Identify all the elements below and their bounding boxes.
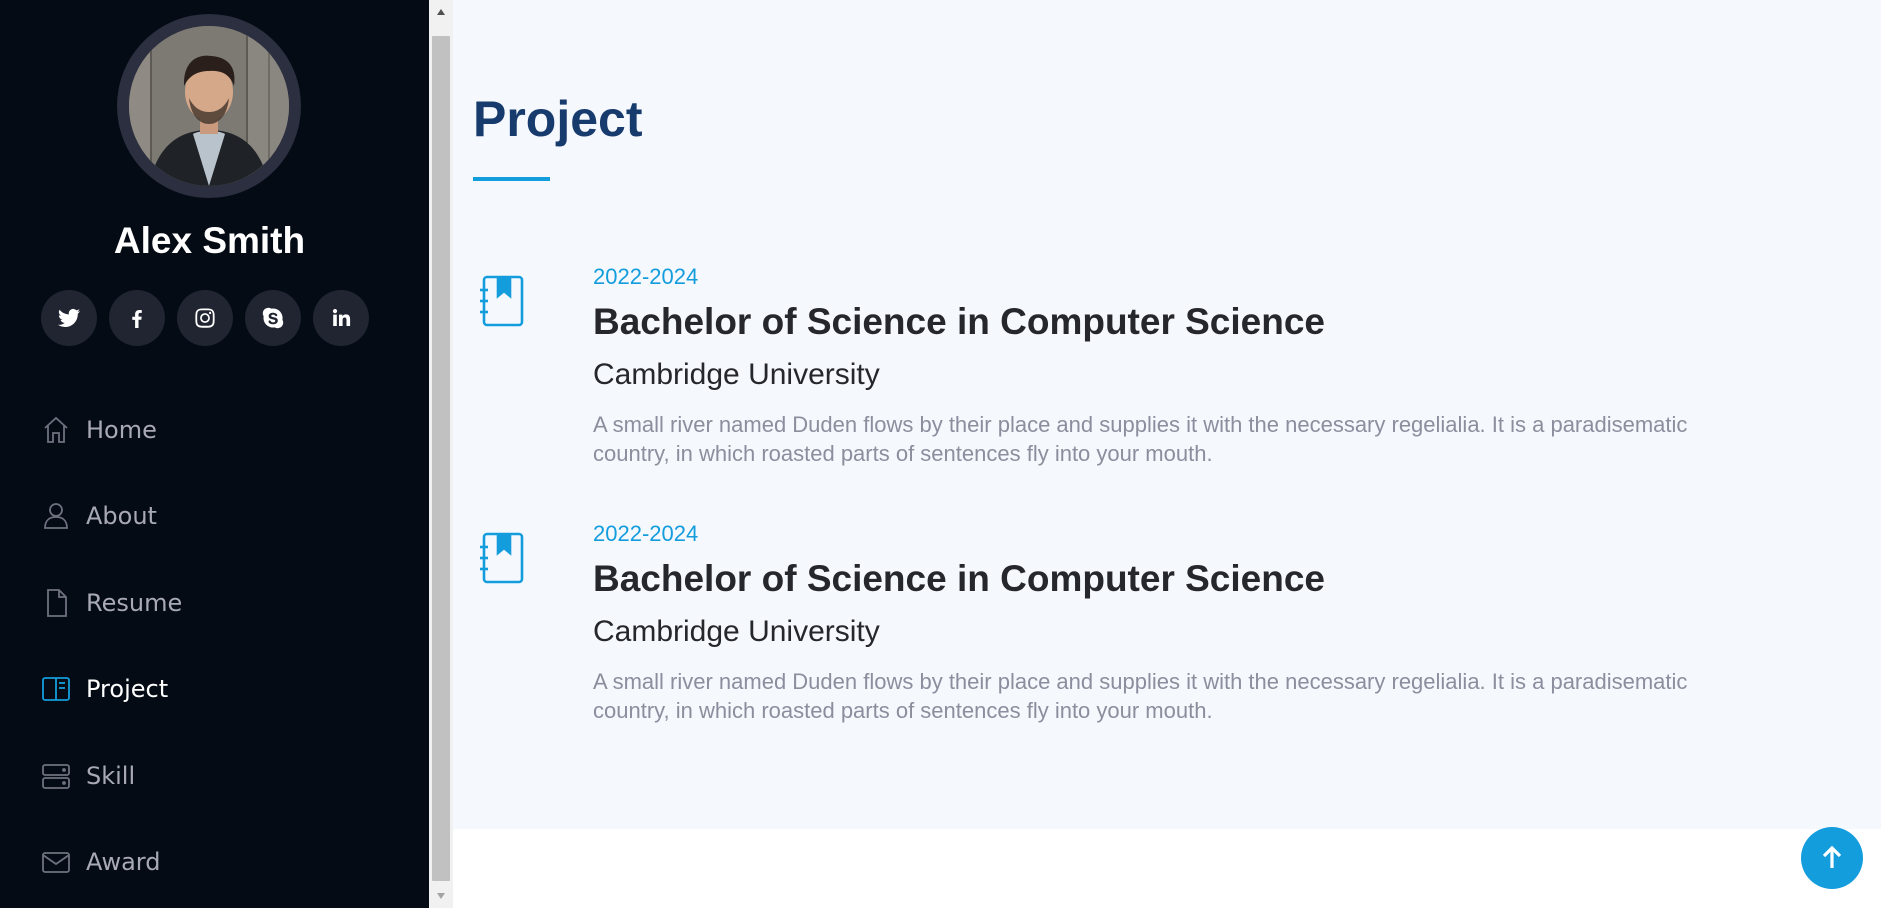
entry-date: 2022-2024 <box>593 521 699 546</box>
instagram-button[interactable] <box>177 290 233 346</box>
entry-school: Cambridge University <box>593 358 880 391</box>
section-title: Project <box>473 91 643 147</box>
entry-school: Cambridge University <box>593 615 880 648</box>
sidebar-item-project[interactable]: Project <box>40 669 168 709</box>
scroll-down-button[interactable] <box>429 884 453 908</box>
sidebar-item-home[interactable]: Home <box>40 410 157 450</box>
entry-description: A small river named Duden flows by their… <box>593 669 1688 723</box>
server-icon <box>42 764 70 789</box>
facebook-button[interactable] <box>109 290 165 346</box>
social-links <box>41 290 369 346</box>
caret-up-icon <box>437 9 445 15</box>
sidebar-item-label: Skill <box>86 762 136 790</box>
sidebar-item-award[interactable]: Award <box>40 842 160 882</box>
project-section: Project 2022-2024 Bachelor of Science in… <box>453 0 1881 829</box>
twitter-button[interactable] <box>41 290 97 346</box>
skype-icon <box>262 307 284 329</box>
entry-degree: Bachelor of Science in Computer Science <box>593 301 1325 342</box>
entry-date: 2022-2024 <box>593 264 699 289</box>
entry-description: A small river named Duden flows by their… <box>593 412 1688 466</box>
instagram-icon <box>195 308 215 328</box>
file-icon <box>47 589 67 617</box>
project-entry: 2022-2024 Bachelor of Science in Compute… <box>453 264 1881 484</box>
sidebar-item-label: Home <box>86 416 157 444</box>
sidebar-item-about[interactable]: About <box>40 496 157 536</box>
sidebar-item-resume[interactable]: Resume <box>40 583 182 623</box>
home-icon <box>44 416 68 443</box>
linkedin-button[interactable] <box>313 290 369 346</box>
envelope-icon <box>42 852 70 873</box>
journal-bookmark-icon <box>478 274 526 328</box>
sidebar-item-skill[interactable]: Skill <box>40 756 135 796</box>
sidebar-item-label: About <box>86 502 157 530</box>
sidebar-item-label: Resume <box>86 589 183 617</box>
project-entry: 2022-2024 Bachelor of Science in Compute… <box>453 521 1881 741</box>
title-underline <box>473 177 550 181</box>
journal-bookmark-icon <box>478 531 526 585</box>
avatar-frame <box>117 14 301 198</box>
sidebar: Alex Smith Home About Resume Project Ski… <box>0 0 429 908</box>
sidebar-item-label: Project <box>86 675 169 703</box>
sidebar-item-label: Award <box>86 848 161 876</box>
profile-name: Alex Smith <box>113 220 306 261</box>
arrow-up-icon <box>1822 845 1842 868</box>
back-to-top-button[interactable] <box>1801 827 1863 889</box>
sidebar-scrollbar[interactable] <box>429 0 453 908</box>
linkedin-icon <box>332 309 351 326</box>
layout-icon <box>42 677 70 701</box>
skype-button[interactable] <box>245 290 301 346</box>
avatar <box>129 26 289 186</box>
entry-degree: Bachelor of Science in Computer Science <box>593 558 1325 599</box>
twitter-icon <box>58 308 80 327</box>
facebook-icon <box>132 310 142 328</box>
caret-down-icon <box>437 893 445 899</box>
person-icon <box>44 503 68 529</box>
scroll-thumb[interactable] <box>432 36 450 881</box>
scroll-up-button[interactable] <box>429 0 453 24</box>
